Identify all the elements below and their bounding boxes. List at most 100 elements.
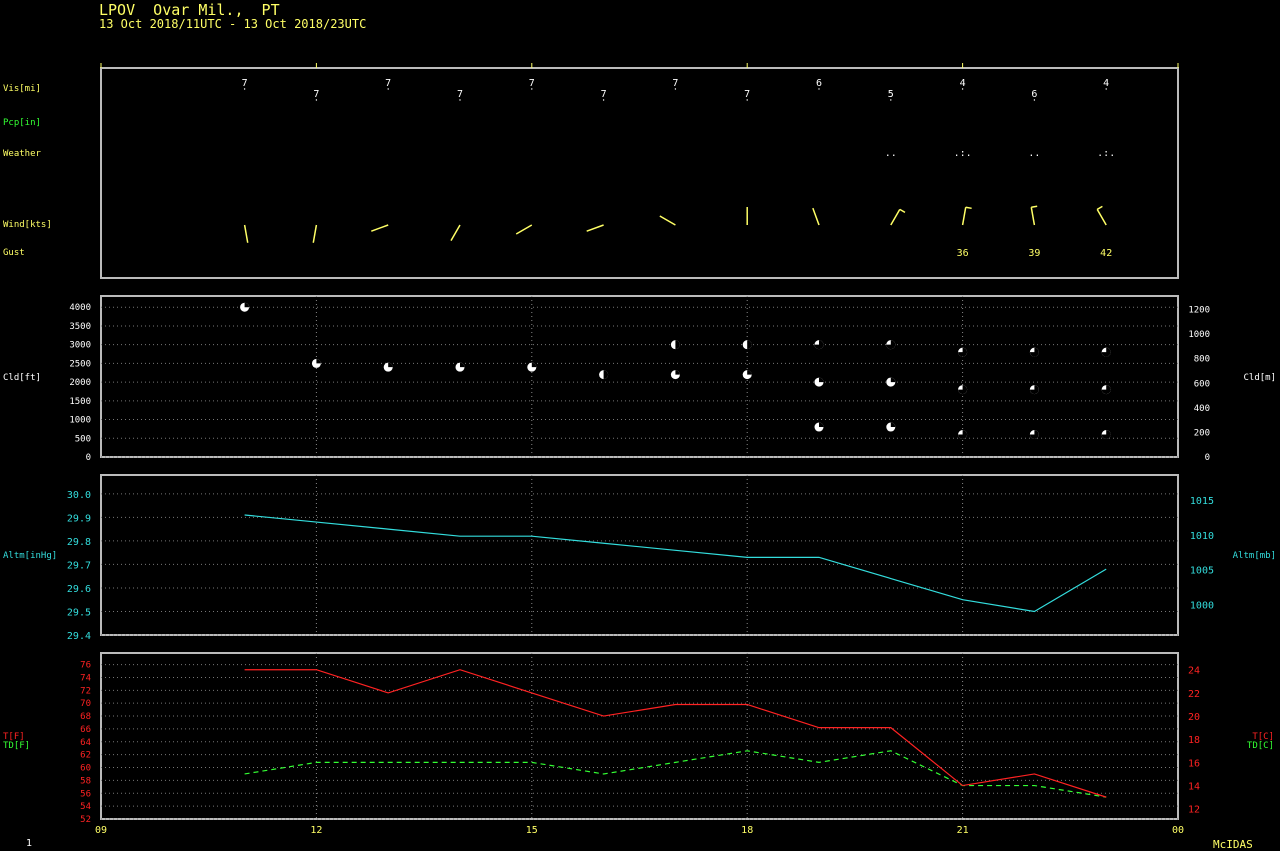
cloud-tick-right: 800 bbox=[1194, 355, 1210, 365]
vis-value: 5 bbox=[888, 89, 894, 100]
x-tick-label: 09 bbox=[95, 825, 107, 836]
mcidas-brand: McIDAS bbox=[1213, 838, 1253, 851]
gust-value: 42 bbox=[1100, 248, 1112, 259]
cloud-panel-frame bbox=[100, 295, 1179, 458]
weather-symbol: .:. bbox=[954, 148, 972, 159]
cloud-tick-left: 1000 bbox=[69, 416, 91, 426]
vis-dot bbox=[387, 88, 389, 90]
vis-dot bbox=[243, 88, 246, 90]
cloud-cover-fill bbox=[244, 302, 250, 308]
x-tick-label: 21 bbox=[957, 825, 969, 836]
cloud-cover-fill bbox=[747, 340, 752, 350]
wind-barb bbox=[515, 224, 533, 235]
cloud-tick-right: 600 bbox=[1194, 379, 1210, 389]
vis-value: 7 bbox=[313, 89, 319, 100]
vis-dot bbox=[531, 88, 533, 90]
cloud-tick-right: 1000 bbox=[1188, 330, 1210, 340]
altimeter-tick-right: 1000 bbox=[1190, 600, 1214, 611]
cloud-tick-left: 3500 bbox=[69, 322, 91, 332]
temperature-tick-left: 68 bbox=[80, 712, 91, 722]
cloud-cover-fill bbox=[747, 370, 752, 375]
cloud-cover-fill bbox=[890, 422, 896, 428]
altimeter-tick-left: 29.6 bbox=[67, 584, 91, 595]
altimeter-tick-left: 30.0 bbox=[67, 490, 91, 501]
temperature-tick-left: 56 bbox=[80, 789, 91, 799]
cloud-tick-right: 0 bbox=[1205, 453, 1210, 463]
wind-barb bbox=[586, 224, 604, 232]
cloud-cover-fill bbox=[603, 370, 609, 380]
altimeter-line bbox=[244, 514, 1107, 613]
gust-value: 39 bbox=[1028, 248, 1040, 259]
cloud-tick-left: 500 bbox=[75, 434, 91, 444]
altimeter-ylabel-left: Altm[inHg] bbox=[3, 551, 57, 561]
wind-barb bbox=[312, 224, 318, 243]
temperature-tick-right: 18 bbox=[1188, 735, 1200, 746]
cloud-tick-right: 400 bbox=[1194, 404, 1210, 414]
temperature-tick-left: 64 bbox=[80, 738, 91, 748]
dewpoint-ylabel-right: TD[C] bbox=[1247, 741, 1274, 751]
page-number: 1 bbox=[26, 838, 33, 849]
vis-dot bbox=[746, 99, 748, 101]
altimeter-tick-left: 29.8 bbox=[67, 537, 91, 548]
weather-symbol: .:. bbox=[1097, 148, 1115, 159]
cloud-tick-left: 2000 bbox=[69, 378, 91, 388]
cloud-tick-left: 4000 bbox=[69, 303, 91, 313]
vis-value: 7 bbox=[672, 78, 678, 89]
meteogram: Vis[mi] Pcp[in] Weather Wind[kts] Gust 7 7 7 7 7 7… bbox=[3, 63, 1276, 836]
vis-value: 6 bbox=[816, 78, 822, 89]
vis-value: 7 bbox=[385, 78, 391, 89]
temperature-tick-right: 14 bbox=[1188, 782, 1200, 793]
vis-value: 6 bbox=[1031, 89, 1037, 100]
temperature-tick-left: 54 bbox=[80, 802, 91, 812]
temperature-tick-left: 60 bbox=[80, 764, 91, 774]
vis-dot bbox=[1033, 99, 1036, 101]
x-tick-label: 15 bbox=[526, 825, 538, 836]
vis-value: 4 bbox=[960, 78, 966, 89]
pcp-label: Pcp[in] bbox=[3, 118, 41, 128]
cloud-tick-right: 1200 bbox=[1188, 306, 1210, 316]
cloud-cover-fill bbox=[675, 340, 680, 350]
cloud-ylabel-right: Cld[m] bbox=[1243, 373, 1276, 383]
wind-barb-flag bbox=[899, 208, 906, 214]
wind-barb bbox=[659, 215, 676, 226]
wind-label: Wind[kts] bbox=[3, 220, 52, 230]
x-tick-label: 00 bbox=[1172, 825, 1184, 836]
temperature-tick-left: 70 bbox=[80, 699, 91, 709]
temperature-tick-right: 16 bbox=[1188, 758, 1200, 769]
vis-value: 7 bbox=[457, 89, 463, 100]
temperature-tick-left: 52 bbox=[80, 815, 91, 825]
gust-value: 36 bbox=[957, 248, 969, 259]
dewpoint-ylabel-left: TD[F] bbox=[3, 741, 30, 751]
cloud-tick-left: 0 bbox=[86, 453, 91, 463]
wind-barb bbox=[243, 224, 249, 243]
wind-barb bbox=[1096, 209, 1107, 226]
x-tick-label: 18 bbox=[741, 825, 753, 836]
vis-value: 7 bbox=[744, 89, 750, 100]
vis-dot bbox=[674, 88, 677, 90]
altimeter-tick-right: 1010 bbox=[1190, 531, 1214, 542]
altimeter-tick-right: 1005 bbox=[1190, 566, 1214, 577]
cloud-cover-fill bbox=[675, 370, 680, 375]
temperature-tick-left: 62 bbox=[80, 751, 91, 761]
vis-dot bbox=[818, 88, 820, 90]
cloud-cover-fill bbox=[531, 362, 537, 368]
altimeter-panel-frame bbox=[100, 474, 1179, 636]
cloud-cover-fill bbox=[460, 362, 465, 368]
vis-value: 4 bbox=[1103, 78, 1109, 89]
vis-dot bbox=[961, 88, 964, 90]
wind-barb-flag bbox=[965, 206, 972, 210]
cloud-ylabel-left: Cld[ft] bbox=[3, 373, 41, 383]
cloud-cover-fill bbox=[819, 422, 824, 428]
vis-dot bbox=[1105, 88, 1107, 90]
cloud-cover-fill bbox=[819, 377, 824, 383]
temperature-panel-frame bbox=[100, 652, 1179, 820]
altimeter-tick-left: 29.9 bbox=[67, 513, 91, 524]
temperature-tick-left: 74 bbox=[80, 673, 91, 683]
top-panel-frame bbox=[100, 67, 1179, 279]
temperature-tick-left: 58 bbox=[80, 776, 91, 786]
temperature-tick-left: 76 bbox=[80, 661, 91, 671]
cloud-tick-left: 1500 bbox=[69, 397, 91, 407]
temperature-tick-right: 12 bbox=[1188, 805, 1200, 816]
vis-value: 7 bbox=[242, 78, 248, 89]
dewpoint-line bbox=[244, 750, 1107, 798]
